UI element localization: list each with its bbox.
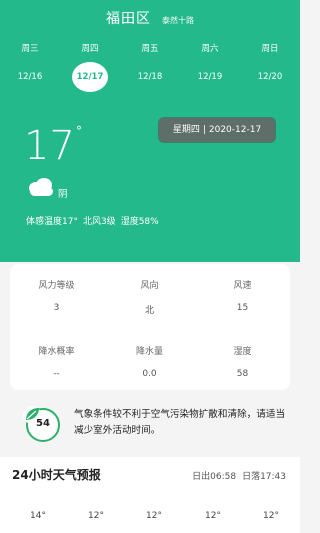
street-name: 泰然十路 bbox=[162, 16, 195, 25]
current-date: 2020-12-17 bbox=[208, 125, 262, 135]
hourly-temp: 12° bbox=[146, 511, 162, 521]
hourly-temp: 12° bbox=[263, 511, 279, 521]
day-tab[interactable]: 周六 12/19 bbox=[190, 40, 230, 95]
detail-value: 0.0 bbox=[142, 369, 157, 379]
location-title[interactable]: 福田区 泰然十路 bbox=[0, 8, 300, 28]
current-temperature: 17 bbox=[24, 123, 75, 169]
hourly-temp: 12° bbox=[88, 511, 104, 521]
day-date: 12/16 bbox=[17, 72, 43, 82]
city-name: 福田区 bbox=[105, 11, 151, 27]
day-date: 12/18 bbox=[137, 72, 163, 82]
sun-times: 日出06:58 日落17:43 bbox=[192, 469, 286, 482]
detail-value: 15 bbox=[236, 303, 249, 313]
cloud-icon bbox=[29, 178, 53, 196]
day-date: 12/19 bbox=[197, 72, 223, 82]
weather-summary: 体感温度17° 北风3级 湿度58% bbox=[26, 214, 164, 227]
day-weekday: 周五 bbox=[141, 44, 159, 54]
detail-humidity: 湿度 58 bbox=[196, 344, 289, 379]
detail-wind-direction: 风向 北 bbox=[103, 278, 196, 316]
date-separator: | bbox=[202, 125, 206, 135]
forecast-title: 24小时天气预报 bbox=[12, 468, 101, 482]
detail-value: -- bbox=[53, 369, 60, 379]
detail-wind-speed: 风速 15 bbox=[196, 278, 289, 313]
day-date: 12/20 bbox=[257, 72, 283, 82]
feels-like: 体感温度17° bbox=[26, 217, 78, 227]
detail-label: 降水概率 bbox=[38, 347, 75, 357]
weather-details-card: 风力等级 3 风向 北 风速 15 降水概率 -- 降水量 0.0 湿度 58 bbox=[10, 264, 290, 390]
detail-label: 风速 bbox=[233, 281, 252, 291]
sunrise-time: 日出06:58 bbox=[192, 472, 237, 482]
detail-label: 降水量 bbox=[135, 347, 163, 357]
hourly-temp: 12° bbox=[205, 511, 221, 521]
hourly-forecast-section: 24小时天气预报 日出06:58 日落17:43 14° 12° 12° 12° … bbox=[0, 457, 300, 533]
day-tab[interactable]: 周五 12/18 bbox=[130, 40, 170, 95]
day-tab[interactable]: 周三 12/16 bbox=[10, 40, 50, 95]
aqi-badge[interactable]: 54 bbox=[22, 404, 62, 444]
detail-wind-level: 风力等级 3 bbox=[10, 278, 103, 313]
current-date-badge: 星期四 | 2020-12-17 bbox=[158, 117, 276, 143]
humidity-info: 湿度58% bbox=[120, 217, 159, 227]
day-weekday: 周日 bbox=[261, 44, 279, 54]
detail-precip-probability: 降水概率 -- bbox=[10, 344, 103, 379]
detail-value: 3 bbox=[53, 303, 60, 313]
detail-label: 风力等级 bbox=[38, 281, 75, 291]
day-selector: 周三 12/16 周四 12/17 周五 12/18 周六 12/19 周日 1… bbox=[0, 40, 300, 95]
wind-info: 北风3级 bbox=[82, 217, 116, 227]
hourly-temp: 14° bbox=[30, 511, 46, 521]
detail-value: 58 bbox=[236, 369, 249, 379]
aqi-value: 54 bbox=[36, 418, 50, 429]
detail-precip-amount: 降水量 0.0 bbox=[103, 344, 196, 379]
day-weekday: 周六 bbox=[201, 44, 219, 54]
day-weekday: 周三 bbox=[21, 44, 39, 54]
day-weekday: 周四 bbox=[81, 44, 99, 54]
day-tab-selected[interactable]: 周四 12/17 bbox=[70, 40, 110, 95]
weather-condition: 阴 bbox=[58, 189, 68, 200]
day-date: 12/17 bbox=[72, 62, 108, 92]
current-weekday: 星期四 bbox=[172, 125, 200, 135]
detail-label: 风向 bbox=[140, 281, 159, 291]
weather-header-panel: 福田区 泰然十路 周三 12/16 周四 12/17 周五 12/18 周六 1… bbox=[0, 0, 300, 262]
detail-value: 北 bbox=[144, 306, 154, 316]
sunset-time: 日落17:43 bbox=[242, 472, 286, 482]
day-tab[interactable]: 周日 12/20 bbox=[250, 40, 290, 95]
degree-symbol: ° bbox=[76, 124, 82, 138]
air-quality-advice: 气象条件较不利于空气污染物扩散和清除，请适当减少室外活动时间。 bbox=[74, 409, 286, 436]
detail-label: 湿度 bbox=[233, 347, 252, 357]
